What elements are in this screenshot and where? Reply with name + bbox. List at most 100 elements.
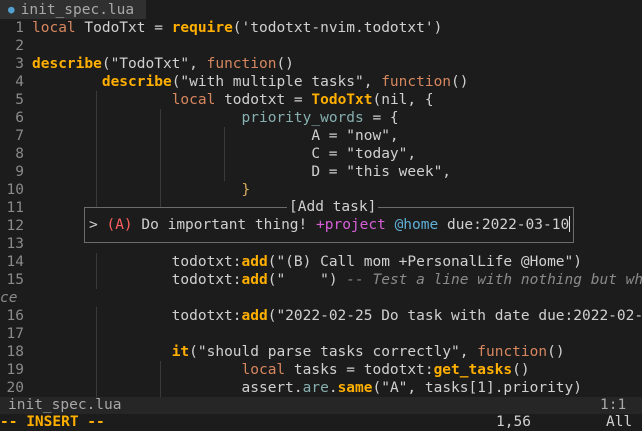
line-number: 4 (15, 74, 24, 90)
indent-guide (96, 325, 97, 343)
tabline: ● init_spec.lua (0, 0, 642, 19)
line-number: 8 (15, 146, 24, 162)
code-text: describe("with multiple tasks", function… (32, 73, 469, 91)
line-number: 19 (6, 362, 24, 378)
code-token: describe (32, 56, 102, 72)
line-number: 7 (15, 128, 24, 144)
code-text: local todotxt = TodoTxt(nil, { (32, 91, 434, 109)
add-task-popup[interactable]: [Add task] > (A) Do important thing! +pr… (84, 199, 574, 243)
task-due: due:2022-03-10 (438, 217, 570, 233)
code-text: A = "now", (32, 127, 399, 145)
code-line: 8 C = "today", (0, 145, 642, 163)
code-token: function (381, 74, 452, 90)
code-text: it("should parse tasks correctly", funct… (32, 343, 565, 361)
code-text: todotxt:add(" ") -- Test a line with not… (32, 271, 642, 289)
code-text: } (32, 181, 251, 199)
code-line: 19 local tasks = todotxt:get_tasks() (0, 361, 642, 379)
code-token: (nil, { (372, 92, 434, 108)
cursor-ruler: 1,56 (496, 414, 531, 430)
line-number: 3 (15, 56, 24, 72)
code-text: priority_words = { (32, 109, 399, 127)
line-number: 9 (15, 164, 24, 180)
code-token: TodoTxt = (75, 20, 172, 36)
code-token: add (241, 272, 268, 288)
code-line: 9 D = "this week", (0, 163, 642, 181)
line-number: 5 (15, 92, 24, 108)
lua-file-icon: ● (8, 3, 15, 16)
code-token: are (302, 380, 329, 396)
task-priority: (A) (106, 217, 133, 233)
code-token: require (171, 20, 233, 36)
code-token: describe (101, 74, 172, 90)
code-text: todotxt:add("2022-02-25 Do task with dat… (32, 307, 642, 325)
buffer-tab[interactable]: ● init_spec.lua (0, 0, 147, 19)
code-token: assert. (32, 380, 303, 396)
code-token: ('todotxt-nvim.todotxt') (232, 20, 443, 36)
task-text: Do important thing! (132, 217, 316, 233)
statusline: init_spec.lua 1:1 (0, 397, 642, 414)
code-token: ("TodoTxt", (101, 56, 207, 72)
code-token: local (32, 20, 76, 36)
code-token: tasks = todotxt: (285, 362, 434, 378)
line-number: 15 (6, 272, 24, 288)
text-cursor (569, 216, 571, 232)
code-token: todotxt = (215, 92, 312, 108)
code-line: ce (0, 289, 642, 307)
line-number: 12 (6, 218, 24, 234)
code-token: ("2022-02-25 Do task with date due:2022-… (267, 308, 642, 324)
scroll-indicator: All (606, 414, 633, 430)
code-token: () (451, 74, 469, 90)
code-token: -- Test a line with nothing but whitespa (346, 272, 642, 288)
code-token: same (337, 380, 373, 396)
line-number: 1 (15, 20, 24, 36)
code-line: 1 local TodoTxt = require('todotxt-nvim.t… (0, 19, 642, 37)
code-token: ("(B) Call mom +PersonalLife @Home") (267, 254, 582, 270)
task-input[interactable]: > (A) Do important thing! +project @home… (89, 216, 571, 234)
line-number: 2 (15, 38, 24, 54)
task-context: @home (394, 217, 439, 233)
popup-title: [Add task] (287, 199, 379, 215)
code-token: A = "now", (32, 128, 399, 144)
status-position: 1:1 (600, 397, 627, 413)
tab-label: init_spec.lua (20, 1, 135, 18)
code-line: 15 todotxt:add(" ") -- Test a line with … (0, 271, 642, 289)
code-line: 20 assert.are.same("A", tasks[1].priorit… (0, 379, 642, 397)
code-token: function (206, 56, 277, 72)
line-number: 17 (6, 326, 24, 342)
line-number: 20 (6, 380, 24, 396)
line-number: 6 (15, 110, 24, 126)
code-token: function (477, 344, 548, 360)
code-token: add (241, 308, 268, 324)
status-filename: init_spec.lua (8, 397, 122, 413)
prompt-symbol: > (89, 217, 107, 233)
code-token: ("with multiple tasks", (171, 74, 382, 90)
code-text: D = "this week", (32, 163, 451, 181)
command-line[interactable]: -- INSERT -- 1,56 All (0, 414, 642, 431)
code-token: () (547, 344, 565, 360)
code-line: 2 (0, 37, 642, 55)
code-token: = { (363, 110, 399, 126)
code-token: it (171, 344, 190, 360)
code-line: 7 A = "now", (0, 127, 642, 145)
code-line: 14 todotxt:add("(B) Call mom +PersonalLi… (0, 253, 642, 271)
code-line: 10 } (0, 181, 642, 199)
line-number: 14 (6, 254, 24, 270)
code-token: get_tasks (433, 362, 513, 378)
code-token: () (512, 362, 530, 378)
code-line: 3 describe("TodoTxt", function() (0, 55, 642, 73)
code-token: (" ") (267, 272, 347, 288)
code-token: } (241, 182, 251, 198)
code-token: C = "today", (32, 146, 417, 162)
code-token: . (328, 380, 338, 396)
code-token: TodoTxt (311, 92, 373, 108)
code-text: local TodoTxt = require('todotxt-nvim.to… (32, 19, 442, 37)
code-token: ("A", tasks[1].priority) (372, 380, 582, 396)
code-token: () (276, 56, 294, 72)
code-text: assert.are.same("A", tasks[1].priority) (32, 379, 583, 397)
code-token: todotxt: (32, 308, 242, 324)
